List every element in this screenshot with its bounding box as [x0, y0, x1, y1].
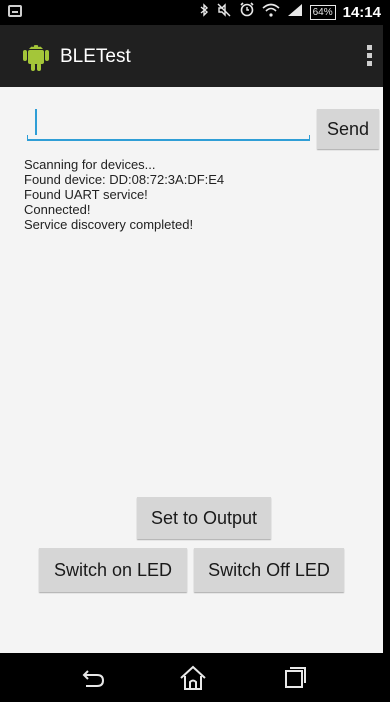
- text-cursor: [35, 109, 37, 135]
- switch-off-led-button[interactable]: Switch Off LED: [194, 548, 344, 592]
- log-line: Scanning for devices...: [24, 157, 156, 172]
- message-input[interactable]: [39, 111, 303, 139]
- battery-icon: 64%: [309, 5, 336, 20]
- phone-screen: 64% 14:14 BLETest Send Scanning for devi…: [0, 0, 383, 702]
- signal-icon: [287, 0, 303, 25]
- overflow-menu-icon[interactable]: [365, 45, 373, 69]
- mute-icon: [216, 0, 232, 25]
- app-title: BLETest: [60, 46, 131, 67]
- set-to-output-button[interactable]: Set to Output: [137, 497, 271, 539]
- status-icons: 64% 14:14: [199, 0, 383, 25]
- action-bar: BLETest: [0, 25, 383, 87]
- log-line: Found UART service!: [24, 187, 148, 202]
- log-line: Connected!: [24, 202, 91, 217]
- wifi-icon: [262, 0, 280, 25]
- switch-on-led-button[interactable]: Switch on LED: [39, 548, 187, 592]
- message-field[interactable]: [27, 105, 310, 145]
- status-log: Scanning for devices... Found device: DD…: [24, 157, 364, 232]
- log-line: Service discovery completed!: [24, 217, 194, 232]
- home-icon[interactable]: [178, 665, 208, 691]
- android-icon: [23, 45, 49, 71]
- alarm-icon: [239, 0, 255, 25]
- recent-apps-icon[interactable]: [280, 665, 310, 691]
- field-underline: [27, 135, 310, 141]
- notification-icon: [8, 5, 22, 17]
- navigation-bar: [0, 653, 383, 702]
- back-icon[interactable]: [78, 665, 108, 691]
- clock: 14:14: [342, 4, 381, 21]
- log-line: Found device: DD:08:72:3A:DF:E4: [24, 172, 225, 187]
- bluetooth-icon: [199, 0, 209, 25]
- status-bar: 64% 14:14: [0, 0, 383, 25]
- send-button[interactable]: Send: [317, 109, 379, 149]
- main-content: Send Scanning for devices... Found devic…: [0, 87, 383, 653]
